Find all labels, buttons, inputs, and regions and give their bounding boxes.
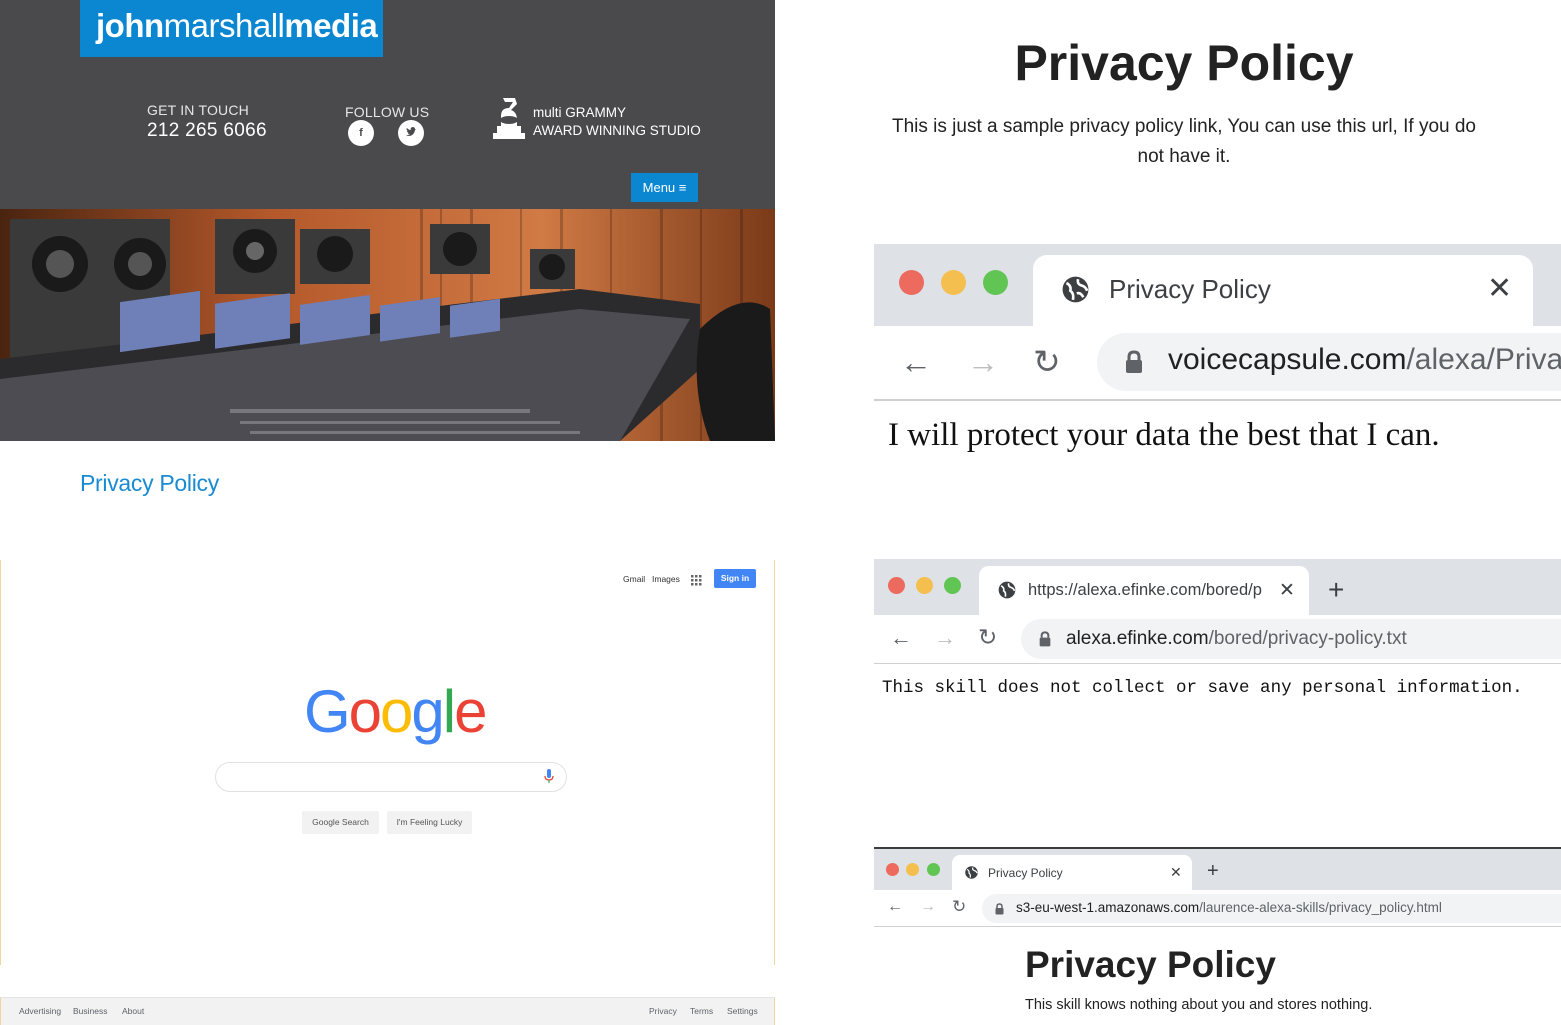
facebook-icon[interactable]: f (348, 120, 374, 146)
forward-icon[interactable]: → (920, 898, 936, 916)
window-minimize-button[interactable] (916, 577, 933, 594)
logo-john: john (96, 7, 164, 44)
menu-button[interactable]: Menu ≡ (631, 173, 698, 202)
window-close-button[interactable] (886, 863, 899, 876)
logo-media: media (284, 7, 378, 44)
footer-link-about[interactable]: About (122, 1006, 144, 1016)
url-path: /alexa/Privac (1406, 343, 1561, 376)
grammy-text: multi GRAMMY AWARD WINNING STUDIO (533, 104, 701, 140)
window-maximize-button[interactable] (983, 270, 1008, 295)
url-text: voicecapsule.com/alexa/Privac (1168, 343, 1561, 377)
gmail-link[interactable]: Gmail (623, 574, 645, 584)
url-text: alexa.efinke.com/bored/privacy-policy.tx… (1066, 628, 1407, 650)
studio-photo (0, 209, 775, 441)
footer-link-business[interactable]: Business (73, 1006, 108, 1016)
page-title: Privacy Policy (1025, 944, 1276, 985)
footer-link-privacy[interactable]: Privacy (649, 1006, 677, 1016)
google-search-button[interactable]: Google Search (302, 811, 379, 834)
reload-icon[interactable]: ↻ (1033, 342, 1061, 381)
twitter-icon[interactable] (398, 120, 424, 146)
window-minimize-button[interactable] (941, 270, 966, 295)
forward-icon[interactable]: → (967, 344, 999, 381)
images-link[interactable]: Images (652, 574, 680, 584)
tab-title: Privacy Policy (1109, 274, 1271, 304)
close-tab-icon[interactable]: ✕ (1279, 579, 1295, 602)
logo-letter: o (380, 678, 413, 745)
page-title: Privacy Policy (1014, 35, 1354, 91)
footer-link-advertising[interactable]: Advertising (19, 1006, 61, 1016)
browser-tab[interactable] (1033, 255, 1533, 327)
grammy-line1: multi GRAMMY (533, 105, 627, 120)
url-domain: voicecapsule.com (1168, 343, 1407, 376)
search-input[interactable] (215, 762, 567, 792)
page-body-text: This is just a sample privacy policy lin… (892, 116, 1476, 167)
page-content: I will protect your data the best that I… (888, 417, 1440, 453)
url-domain: s3-eu-west-1.amazonaws.com (1016, 900, 1200, 915)
tab-title: https://alexa.efinke.com/bored/p (1028, 581, 1262, 599)
microphone-icon[interactable] (544, 769, 554, 789)
globe-icon (964, 865, 979, 885)
new-tab-icon[interactable]: + (1328, 574, 1344, 606)
url-domain: alexa.efinke.com (1066, 628, 1209, 649)
reload-icon[interactable]: ↻ (952, 897, 966, 917)
globe-icon (997, 580, 1017, 605)
url-text: s3-eu-west-1.amazonaws.com/laurence-alex… (1016, 900, 1442, 915)
phone-number[interactable]: 212 265 6066 (147, 120, 267, 142)
privacy-policy-link[interactable]: Privacy Policy (80, 470, 219, 497)
lock-icon (995, 902, 1004, 920)
site-logo[interactable]: johnmarshallmedia (80, 0, 383, 57)
get-in-touch-label: GET IN TOUCH (147, 102, 249, 118)
page-body-text: This skill knows nothing about you and s… (1025, 997, 1373, 1013)
sign-in-button[interactable]: Sign in (714, 569, 756, 588)
window-close-button[interactable] (899, 270, 924, 295)
logo-marshall: marshall (163, 7, 285, 44)
back-icon[interactable]: ← (900, 344, 932, 381)
logo-letter: l (442, 678, 456, 745)
grammy-icon (491, 98, 527, 145)
close-tab-icon[interactable]: ✕ (1487, 271, 1512, 306)
page-content: This skill does not collect or save any … (882, 678, 1523, 698)
logo-letter: e (454, 678, 487, 745)
feeling-lucky-button[interactable]: I'm Feeling Lucky (387, 811, 472, 834)
logo-letter: G (304, 678, 351, 745)
logo-letter: g (411, 678, 444, 745)
tab-title: Privacy Policy (988, 866, 1063, 880)
footer-link-settings[interactable]: Settings (727, 1006, 758, 1016)
reload-icon[interactable]: ↻ (978, 624, 997, 651)
apps-grid-icon[interactable] (691, 573, 702, 591)
back-icon[interactable]: ← (887, 898, 903, 916)
follow-us-label: FOLLOW US (345, 104, 430, 120)
window-close-button[interactable] (888, 577, 905, 594)
grammy-line2: AWARD WINNING STUDIO (533, 123, 701, 138)
google-logo: Google (304, 677, 488, 746)
footer-link-terms[interactable]: Terms (690, 1006, 713, 1016)
window-maximize-button[interactable] (927, 863, 940, 876)
globe-icon (1060, 274, 1091, 310)
window-maximize-button[interactable] (944, 577, 961, 594)
twitter-bird-icon (406, 127, 416, 136)
lock-icon (1125, 350, 1143, 379)
back-icon[interactable]: ← (890, 625, 912, 651)
new-tab-icon[interactable]: + (1207, 860, 1219, 883)
window-minimize-button[interactable] (906, 863, 919, 876)
url-path: /laurence-alexa-skills/privacy_policy.ht… (1199, 900, 1442, 915)
close-tab-icon[interactable]: ✕ (1170, 864, 1182, 881)
forward-icon[interactable]: → (934, 625, 956, 651)
url-path: /bored/privacy-policy.txt (1208, 628, 1407, 649)
lock-icon (1039, 631, 1051, 652)
logo-letter: o (348, 678, 382, 745)
